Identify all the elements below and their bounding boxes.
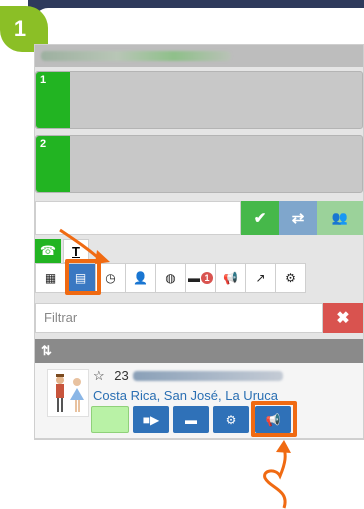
call-button[interactable]: [91, 406, 129, 433]
avatar: [47, 369, 89, 417]
sort-icon[interactable]: ⇅: [35, 339, 363, 363]
filter-row: Filtrar ✖: [35, 303, 363, 333]
tutorial-frame: 1 1 2 ✔ ⇄ 👥 ☎ T ▦ ▤ ◷ 👤 ◍ ▬ 1 📢 ↗ ⚙ Filt…: [0, 0, 364, 509]
globe-icon[interactable]: ◍: [155, 263, 186, 293]
clear-filter-button[interactable]: ✖: [323, 303, 363, 333]
star-icon[interactable]: ☆: [93, 368, 105, 383]
highlight-megaphone-button: [251, 401, 297, 437]
video-icon[interactable]: ■▶: [133, 406, 169, 433]
call-lane-2[interactable]: 2: [35, 135, 363, 193]
chat-glyph: ▬: [188, 271, 200, 285]
avatar-figures: [56, 374, 84, 412]
contact-number-prefix: 23: [114, 368, 129, 383]
megaphone-icon[interactable]: 📢: [215, 263, 246, 293]
lane-number: 2: [36, 136, 70, 192]
dialer-row: ✔ ⇄ 👥: [35, 201, 363, 235]
highlight-contacts-button: [65, 259, 101, 295]
user-icon[interactable]: 👤: [125, 263, 156, 293]
contact-row[interactable]: ☆ 23 Costa Rica, San José, La Uruca ■▶ ▬…: [35, 363, 363, 439]
lane-number: 1: [36, 72, 70, 128]
contact-location: Costa Rica, San José, La Uruca: [93, 388, 278, 403]
phone-icon[interactable]: ☎: [35, 239, 61, 263]
panel-titlebar: [35, 45, 363, 67]
transfer-icon[interactable]: ⇄: [279, 201, 317, 235]
call-lane-1[interactable]: 1: [35, 71, 363, 129]
redacted-title: [41, 51, 231, 61]
dial-input[interactable]: [35, 201, 241, 235]
chat-count-badge: 1: [201, 272, 213, 284]
filter-input[interactable]: Filtrar: [35, 303, 323, 333]
gear-icon[interactable]: ⚙: [275, 263, 306, 293]
check-icon[interactable]: ✔: [241, 201, 279, 235]
header-inner: [34, 8, 364, 48]
chat-icon[interactable]: ▬ 1: [185, 263, 216, 293]
redacted-number: [133, 371, 283, 381]
arrow-to-megaphone: [263, 447, 287, 509]
contact-number: ☆ 23: [93, 368, 129, 384]
arrow-head-megaphone: [276, 440, 291, 453]
group-icon[interactable]: 👥: [317, 201, 363, 235]
message-icon[interactable]: ▬: [173, 406, 209, 433]
gear-icon[interactable]: ⚙: [213, 406, 249, 433]
share-icon[interactable]: ↗: [245, 263, 276, 293]
grid-icon[interactable]: ▦: [35, 263, 66, 293]
softphone-panel: 1 2 ✔ ⇄ 👥 ☎ T ▦ ▤ ◷ 👤 ◍ ▬ 1 📢 ↗ ⚙ Filtra…: [34, 44, 364, 440]
